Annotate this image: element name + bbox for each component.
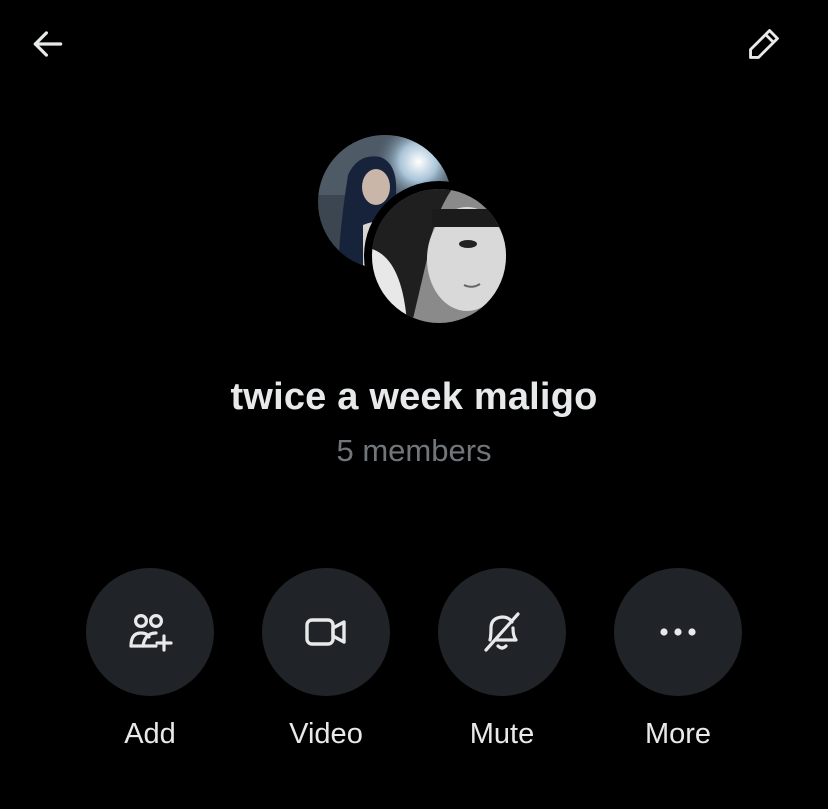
add-people-icon xyxy=(129,613,173,652)
more-dots-icon xyxy=(660,628,696,636)
member-count[interactable]: 5 members xyxy=(0,433,828,469)
back-button[interactable] xyxy=(22,18,74,70)
video-button-circle[interactable] xyxy=(262,568,390,696)
add-button-circle[interactable] xyxy=(86,568,214,696)
pencil-icon xyxy=(749,29,779,59)
group-avatar xyxy=(316,135,516,335)
action-bar: Add Video Mute More xyxy=(0,568,828,768)
mute-button[interactable]: Mute xyxy=(422,568,582,751)
more-button-circle[interactable] xyxy=(614,568,742,696)
add-button[interactable]: Add xyxy=(70,568,230,751)
video-camera-icon xyxy=(305,618,346,646)
video-label: Video xyxy=(289,718,363,750)
group-info-screen: twice a week maligo 5 members Add Video … xyxy=(0,0,828,809)
group-name: twice a week maligo xyxy=(230,376,598,418)
member-avatar xyxy=(364,181,514,331)
more-label: More xyxy=(644,718,712,750)
mute-button-circle[interactable] xyxy=(438,568,566,696)
more-button[interactable]: More xyxy=(598,568,758,751)
mute-label: Mute xyxy=(469,718,535,750)
bell-off-icon xyxy=(484,612,520,652)
arrow-left-icon xyxy=(33,31,63,57)
video-button[interactable]: Video xyxy=(246,568,406,751)
edit-button[interactable] xyxy=(738,18,790,70)
add-label: Add xyxy=(124,718,176,750)
